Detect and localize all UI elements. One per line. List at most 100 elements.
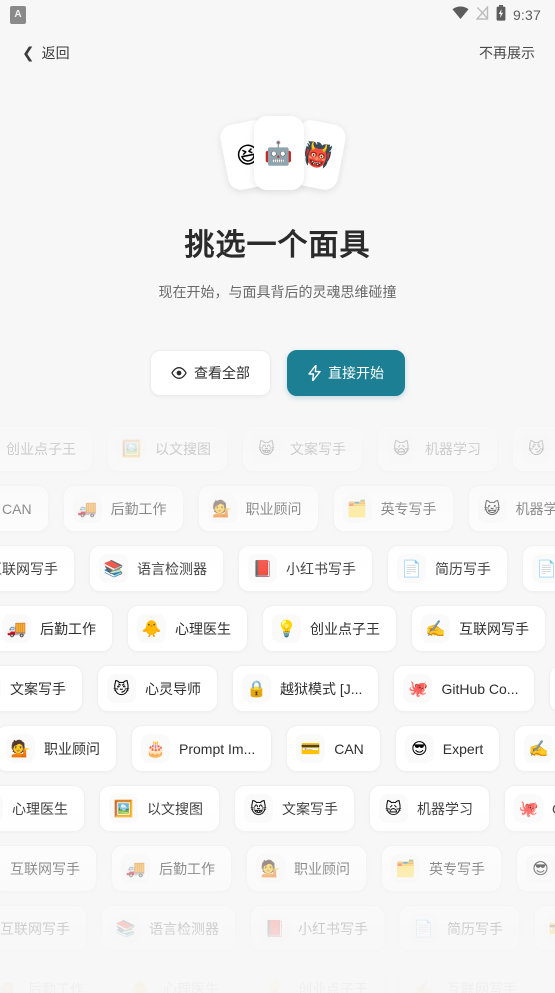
mask-emoji-icon: 🚚 <box>121 854 150 883</box>
mask-emoji-icon: 🙀 <box>387 434 416 463</box>
dont-show-again-button[interactable]: 不再展示 <box>479 43 535 63</box>
mask-emoji-icon: 🚚 <box>72 494 102 523</box>
mask-chip[interactable]: 🐥 心理医生 <box>115 965 236 993</box>
mask-chip[interactable]: 🚚 后勤工作 <box>0 605 113 652</box>
mask-emoji-icon: 😸 <box>244 794 273 823</box>
mask-emoji-icon: 😼 <box>107 674 136 703</box>
chip-row: ✍️互联网写手📚语言检测器📕小红书写手📄简历写手💳CAN😸文案写手 <box>0 905 555 952</box>
mask-chip[interactable]: 😼心灵导师 <box>97 665 218 712</box>
mask-chip[interactable]: 😺 机器学习 <box>467 485 555 532</box>
mask-chip[interactable]: 📕小红书写手 <box>549 665 555 712</box>
mask-chip-label: 简历写手 <box>447 920 503 937</box>
mask-emoji-icon: 😼 <box>522 434 551 463</box>
mask-chip[interactable]: ✍️互联网写手 <box>0 545 75 592</box>
chip-row: 🚚后勤工作🐥心理医生💡创业点子王✍️互联网写手🎂Prompt Im...😎Exp… <box>0 965 555 993</box>
mask-chip[interactable]: 🐙GitHub Co... <box>393 665 536 712</box>
mask-emoji-icon: 🚚 <box>2 614 31 643</box>
mask-chip-label: Prompt Im... <box>179 740 256 757</box>
mask-chip[interactable]: ✍️互联网写手 <box>411 605 546 652</box>
mask-chip[interactable]: 💁 职业顾问 <box>246 845 367 892</box>
mask-chip-label: 英专写手 <box>380 500 437 517</box>
mask-chip[interactable]: 😎Expert <box>516 845 555 892</box>
mask-chip[interactable]: 💁 职业顾问 <box>0 725 117 772</box>
mask-chip[interactable]: 📚 语言检测器 <box>89 545 224 592</box>
mask-chip[interactable]: 🖼️ 以文搜图 <box>107 425 228 472</box>
mask-chip-label: 职业顾问 <box>294 860 350 877</box>
mask-emoji-icon: 💳 <box>296 734 326 763</box>
mask-emoji-icon: ✍️ <box>524 734 554 763</box>
mask-emoji-icon: 💁 <box>207 494 237 523</box>
mask-chip[interactable]: 📚 语言检测器 <box>101 905 236 952</box>
mask-chip-label: 语言检测器 <box>137 560 207 577</box>
mask-chip-label: 以文搜图 <box>147 800 203 817</box>
mask-chip[interactable]: 💳 CAN <box>286 725 381 772</box>
mask-chip[interactable]: 💳CAN <box>534 905 555 952</box>
mask-chip-label: 文案写手 <box>290 440 346 457</box>
mask-chip-label: 心理医生 <box>12 800 68 817</box>
mask-chip[interactable]: 🐥 心理医生 <box>0 785 85 832</box>
mask-chip[interactable]: ✍️互联网写手 <box>399 965 534 993</box>
chip-row: 💁职业顾问🎂Prompt Im...💳CAN😎Expert✍️互联网写手🐥心理医… <box>0 725 555 772</box>
start-now-button[interactable]: 直接开始 <box>287 350 405 396</box>
mask-chip[interactable]: 😸 文案写手 <box>242 425 363 472</box>
mask-chip[interactable]: 📕小红书写手 <box>238 545 373 592</box>
battery-charging-icon <box>496 4 506 26</box>
mask-chip[interactable]: 🐥 心理医生 <box>127 605 248 652</box>
mask-chip-label: 心理医生 <box>175 620 231 637</box>
eye-icon <box>171 367 187 379</box>
status-bar-left: A <box>10 6 26 24</box>
mask-emoji-icon: 🖼️ <box>117 434 146 463</box>
mask-chip[interactable]: 互联网写手 <box>0 845 97 892</box>
mask-chip[interactable]: 😸 文案写手 <box>0 665 83 712</box>
mask-chip[interactable]: 📄简历写手 <box>387 545 508 592</box>
mask-chip[interactable]: 🚚 后勤工作 <box>62 485 184 532</box>
mask-emoji-icon: 🎂 <box>141 734 170 763</box>
mask-chip[interactable]: 🗂️ 英专写手 <box>332 485 454 532</box>
mask-chip[interactable]: 🙀 机器学习 <box>369 785 490 832</box>
mask-chip-label: 互联网写手 <box>0 920 70 937</box>
mask-chip[interactable]: 🔒 越狱模式 [J... <box>232 665 380 712</box>
mask-chip[interactable]: 🗂️ 英专写手 <box>381 845 502 892</box>
chip-row: 🚚后勤工作🐥心理医生💡创业点子王✍️互联网写手🎂Prompt Im...😎Exp… <box>0 605 555 652</box>
mask-chip[interactable]: 📄简历写手 <box>522 545 555 592</box>
view-all-button[interactable]: 查看全部 <box>150 350 271 396</box>
mask-chip[interactable]: 💡创业点子王 <box>0 425 93 472</box>
mask-chip[interactable]: 📕小红书写手 <box>250 905 385 952</box>
mask-emoji-icon: 💳 <box>544 914 555 943</box>
mask-chip-label: CAN <box>334 740 364 757</box>
start-now-label: 直接开始 <box>328 365 384 381</box>
mask-chip[interactable]: CAN <box>0 485 49 532</box>
mask-chip[interactable]: 🎂Prompt Im... <box>548 965 555 993</box>
mask-emoji-icon: 💁 <box>6 734 35 763</box>
mask-chip[interactable]: 😸 文案写手 <box>234 785 355 832</box>
mask-chip[interactable]: 😼心灵导师 <box>512 425 555 472</box>
mask-chip[interactable]: 🚚 后勤工作 <box>111 845 232 892</box>
mask-chip[interactable]: 📄简历写手 <box>399 905 520 952</box>
mask-chip-label: 互联网写手 <box>459 620 529 637</box>
mask-chip[interactable]: 💁 职业顾问 <box>197 485 319 532</box>
mask-chip-label: 后勤工作 <box>110 500 167 517</box>
mask-emoji-icon: 🐥 <box>137 614 166 643</box>
mask-chip[interactable]: ✍️互联网写手 <box>0 905 87 952</box>
mask-chip[interactable]: 💡创业点子王 <box>250 965 385 993</box>
mask-chip[interactable]: 🙀 机器学习 <box>377 425 498 472</box>
mask-chip-label: 心理医生 <box>163 980 219 993</box>
mask-chip[interactable]: 🎂 Prompt Im... <box>131 725 273 772</box>
mask-chip-label: 互联网写手 <box>10 860 80 877</box>
mask-chip-label: 互联网写手 <box>447 980 517 993</box>
mask-chip[interactable]: 🖼️ 以文搜图 <box>99 785 220 832</box>
back-button[interactable]: ❮ 返回 <box>22 43 70 63</box>
mask-emoji-icon: 📕 <box>260 914 289 943</box>
mask-chip[interactable]: 🐙GitHub Co... <box>504 785 555 832</box>
mask-chip-label: 后勤工作 <box>28 980 84 993</box>
mask-chip[interactable]: 😎Expert <box>394 725 501 772</box>
mask-chip-marquee[interactable]: 💡 创业点子王 🖼️ 以文搜图 😸 文案写手 🙀 机器学习 😼 心灵导师 📕 小红书写手 CAN 🚚 后勤工… <box>0 425 555 993</box>
mask-chip[interactable]: 💡创业点子王 <box>262 605 397 652</box>
mask-emoji-icon: 📄 <box>397 554 426 583</box>
chip-row: 💡创业点子王🖼️以文搜图😸文案写手🙀机器学习😼心灵导师📕小红书写手 <box>0 425 555 472</box>
mask-card-center[interactable]: 🤖 <box>253 116 304 190</box>
mask-chip[interactable]: 🚚 后勤工作 <box>0 965 101 993</box>
mask-chip[interactable]: ✍️互联网写手 <box>514 725 555 772</box>
mask-chip-label: 创业点子王 <box>310 620 380 637</box>
mask-emoji-icon: 🗂️ <box>391 854 420 883</box>
